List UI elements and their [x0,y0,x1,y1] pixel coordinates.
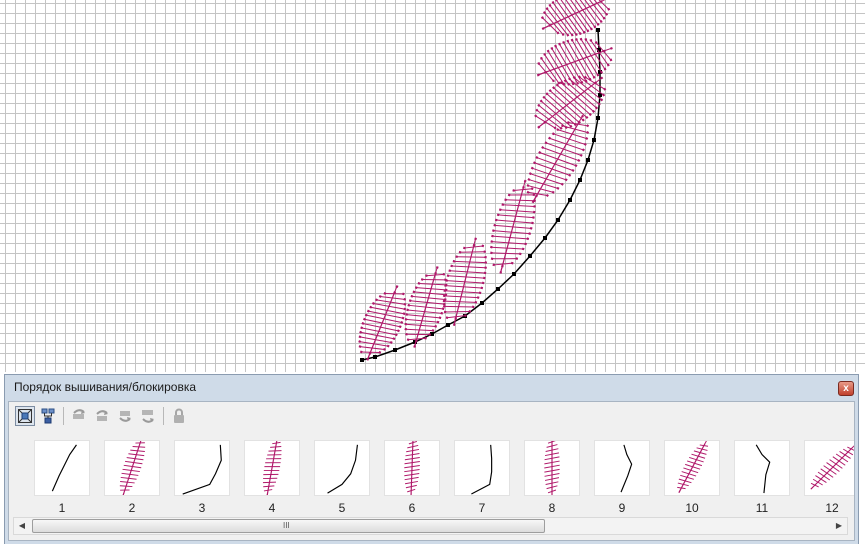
leaf-preview [544,441,560,495]
thumbnail-number: 9 [618,501,626,515]
embroidery-design[interactable] [0,0,865,372]
close-button[interactable]: x [838,381,854,396]
lock-button[interactable] [169,406,189,426]
leaf-stitch [540,0,611,37]
stem-node [512,272,516,276]
leaf-stitch [404,441,420,495]
scroll-left-arrow[interactable]: ◀ [14,518,30,534]
thumbnail-2[interactable] [104,440,160,496]
thumbnail-number: 8 [548,501,556,515]
toolbar-separator [63,407,64,425]
stem-preview [51,444,77,492]
leaf-preview [404,441,420,495]
leaf-preview [262,441,282,495]
scrollbar-grip: III [283,521,290,530]
stem-node [568,198,572,202]
leaf-stitch [536,37,613,86]
thumbnail-4[interactable] [244,440,300,496]
move-down-icon [119,411,131,422]
thumbnail-8[interactable] [524,440,580,496]
leaf-stitch [404,266,448,348]
leaf-stitch [810,444,854,490]
stem-preview [471,444,493,495]
stem-node [528,254,532,258]
thumbnail-9[interactable] [594,440,650,496]
stem-node [592,138,596,142]
panel-body: 1 2 3 4 5 6 7 8 9 10 11 12 ◀ III ▶ [8,401,855,541]
stem-node [480,301,484,305]
thumbnail-1[interactable] [34,440,90,496]
leaf-stitch [490,179,536,274]
stem-node [373,355,377,359]
leaf-stitch [677,441,709,493]
stem-preview [327,444,359,494]
thumbnail-strip[interactable]: 1 2 3 4 5 6 7 8 9 10 11 12 [9,432,854,516]
thumbnail-number: 4 [268,501,276,515]
sequence-panel: Порядок вышивания/блокировка x 1 2 3 4 5… [4,374,859,544]
stem-node [556,218,560,222]
move-last-icon [142,410,154,423]
move-up-icon [96,410,108,421]
thumbnail-number: 7 [478,501,486,515]
thumbnail-6[interactable] [384,440,440,496]
thumbnail-number: 1 [58,501,66,515]
stem-node [393,348,397,352]
thumbnail-5[interactable] [314,440,370,496]
toolbar-separator [163,407,164,425]
thumbnail-3[interactable] [174,440,230,496]
lock-icon [174,408,184,423]
thumbnail-number: 6 [408,501,416,515]
thumbnail-number: 10 [685,501,699,515]
design-canvas[interactable] [0,0,865,372]
scroll-right-arrow[interactable]: ▶ [831,518,847,534]
stem-line [361,29,601,361]
leaf-stitch [262,441,282,495]
leaf-stitch [442,237,488,327]
scrollbar-thumb[interactable]: III [32,519,545,533]
stem-node [360,358,364,362]
stem-node [596,116,600,120]
panel-toolbar [15,404,192,428]
leaf-preview [810,444,854,490]
stem-node [596,28,600,32]
leaf-preview [677,441,709,493]
stem-preview [755,444,771,494]
move-first-button[interactable] [69,406,89,426]
horizontal-scrollbar[interactable]: ◀ III ▶ [13,517,848,535]
group-objects-icon [41,408,55,424]
leaf-stitch [119,441,146,495]
thumbnail-10[interactable] [664,440,720,496]
leaf-stitch [534,75,607,130]
thumbnail-12[interactable] [804,440,854,496]
thumbnail-number: 3 [198,501,206,515]
thumbnail-number: 12 [825,501,839,515]
move-down-button[interactable] [115,406,135,426]
thumbnail-7[interactable] [454,440,510,496]
move-first-icon [73,409,85,419]
stem-node [578,178,582,182]
move-up-button[interactable] [92,406,112,426]
panel-title: Порядок вышивания/блокировка [14,380,197,394]
stem-preview [182,444,222,495]
stem-node [543,236,547,240]
group-objects-button[interactable] [38,406,58,426]
thumbnail-11[interactable] [734,440,790,496]
move-last-button[interactable] [138,406,158,426]
leaf-stitch [544,441,560,495]
leaf-preview [119,441,146,495]
fit-to-view-button[interactable] [15,406,35,426]
thumbnail-number: 11 [755,501,769,515]
stem-node [446,323,450,327]
stem-node [586,158,590,162]
stem-preview [620,444,633,493]
stem-node [496,287,500,291]
thumbnail-number: 2 [128,501,136,515]
thumbnail-number: 5 [338,501,346,515]
fit-to-view-icon [18,409,32,423]
